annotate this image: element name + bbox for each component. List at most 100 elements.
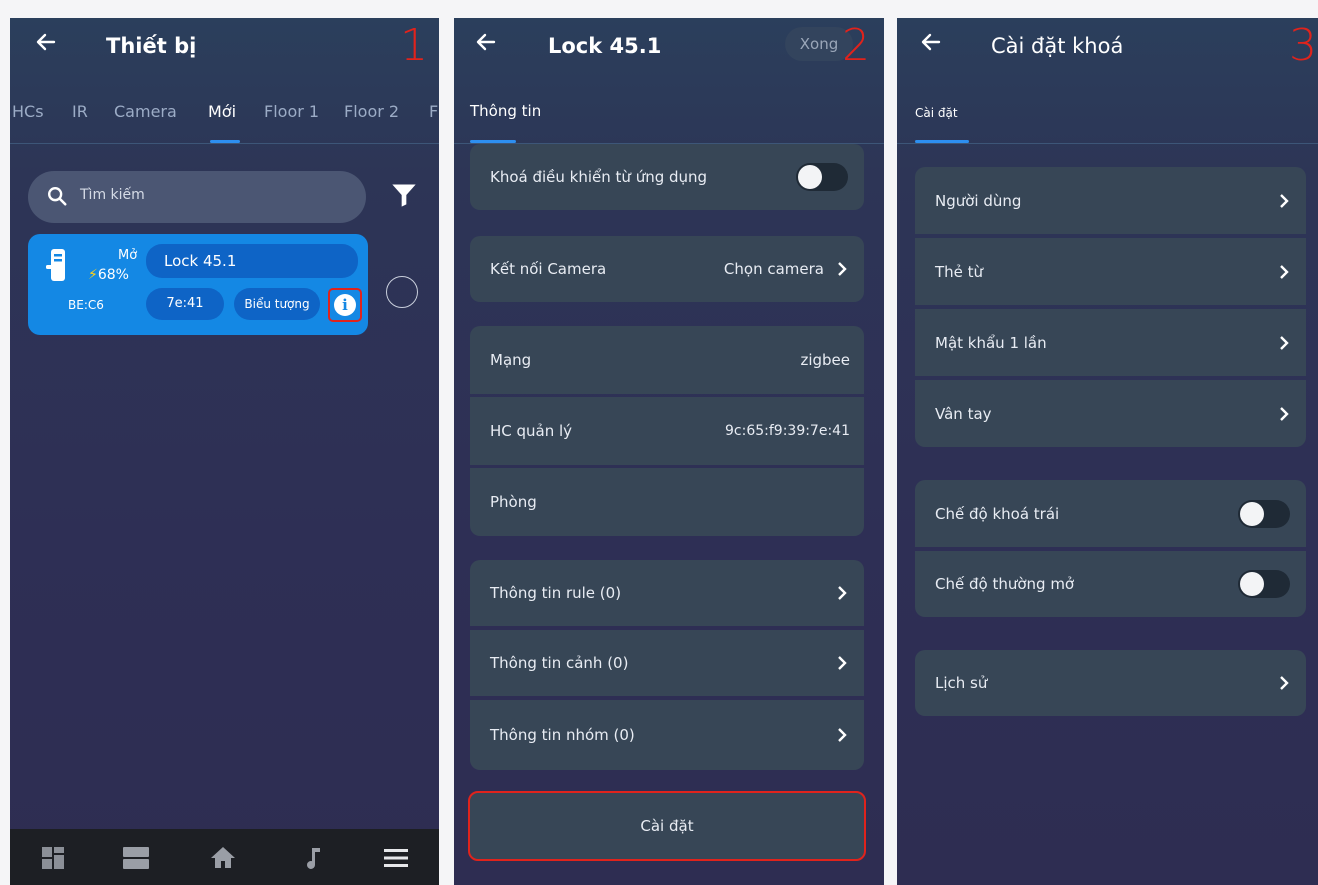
chevron-right-icon [838, 728, 847, 742]
room-label: Phòng [490, 493, 537, 511]
scene-info-label: Thông tin cảnh (0) [490, 654, 629, 672]
search-input[interactable]: Tìm kiếm [28, 171, 366, 223]
rfid-card-row[interactable]: Thẻ từ [915, 238, 1306, 305]
page-title: Thiết bị [106, 34, 197, 58]
chevron-right-icon [1280, 406, 1289, 421]
bottom-nav [10, 829, 439, 885]
users-label: Người dùng [935, 191, 1022, 210]
tab-settings[interactable]: Cài đặt [915, 106, 958, 120]
group-info-row[interactable]: Thông tin nhóm (0) [470, 700, 864, 770]
device-icon-button[interactable]: Biểu tượng [234, 288, 320, 320]
battery-level: ⚡68% [88, 267, 129, 283]
chevron-right-icon [838, 262, 847, 276]
rfid-card-label: Thẻ từ [935, 262, 984, 281]
device-card[interactable]: Mở ⚡68% BE:C6 Lock 45.1 7e:41 Biểu tượng… [28, 234, 368, 335]
hc-manager-label: HC quản lý [490, 422, 573, 440]
always-open-mode-label: Chế độ thường mở [935, 575, 1075, 593]
back-arrow-icon[interactable] [34, 30, 58, 59]
tab-info[interactable]: Thông tin [470, 102, 541, 120]
network-row: Mạng zigbee [470, 326, 864, 394]
select-radio[interactable] [386, 276, 418, 308]
tab-camera[interactable]: Camera [114, 102, 177, 121]
always-open-mode-row: Chế độ thường mở [915, 551, 1306, 617]
fingerprint-row[interactable]: Vân tay [915, 380, 1306, 447]
top-bar: Cài đặt khoá 3 [897, 18, 1318, 80]
camera-connect-value: Chọn camera [723, 260, 824, 278]
step-number: 3 [1289, 20, 1317, 71]
bolt-icon: ⚡ [88, 267, 98, 283]
tab-hcs[interactable]: HCs [12, 102, 44, 121]
back-arrow-icon[interactable] [474, 30, 498, 59]
deadbolt-mode-label: Chế độ khoá trái [935, 504, 1060, 523]
chevron-right-icon [1280, 264, 1289, 279]
page-title: Lock 45.1 [548, 34, 662, 58]
device-mac: BE:C6 [68, 298, 104, 312]
users-row[interactable]: Người dùng [915, 167, 1306, 234]
tab-bar: Thông tin [454, 98, 884, 144]
scene-info-row[interactable]: Thông tin cảnh (0) [470, 630, 864, 696]
tab-floor-2[interactable]: Floor 2 [344, 102, 399, 121]
camera-connect-label: Kết nối Camera [490, 260, 607, 278]
chevron-right-icon [1280, 676, 1289, 690]
list-icon[interactable] [121, 843, 151, 873]
rule-info-row[interactable]: Thông tin rule (0) [470, 560, 864, 626]
network-value: zigbee [800, 351, 850, 369]
settings-button[interactable]: Cài đặt [468, 791, 866, 861]
top-bar: Lock 45.1 Xong 2 [454, 18, 884, 80]
active-tab-indicator [470, 140, 516, 143]
lock-state: Mở [118, 248, 138, 263]
tab-bar: Cài đặt [897, 98, 1318, 144]
tab-new[interactable]: Mới [208, 102, 236, 121]
info-highlight: i [328, 288, 362, 322]
lock-settings-screen: Cài đặt khoá 3 Cài đặt Người dùng Thẻ từ… [897, 18, 1318, 885]
search-icon [48, 187, 67, 206]
tab-more[interactable]: F [429, 102, 438, 121]
active-tab-indicator [210, 140, 240, 143]
network-label: Mạng [490, 351, 532, 369]
settings-button-label: Cài đặt [640, 817, 694, 835]
group-info-label: Thông tin nhóm (0) [490, 726, 635, 744]
history-row[interactable]: Lịch sử [915, 650, 1306, 716]
deadbolt-mode-row: Chế độ khoá trái [915, 480, 1306, 547]
info-icon[interactable]: i [334, 294, 356, 316]
one-time-password-label: Mật khẩu 1 lần [935, 333, 1047, 352]
active-tab-indicator [915, 140, 969, 143]
step-number: 2 [842, 20, 870, 71]
hc-manager-row: HC quản lý 9c:65:f9:39:7e:41 [470, 397, 864, 465]
battery-value: 68% [97, 267, 129, 283]
always-open-mode-toggle[interactable] [1238, 570, 1290, 598]
rule-info-label: Thông tin rule (0) [490, 584, 622, 602]
deadbolt-mode-toggle[interactable] [1238, 499, 1290, 528]
tab-floor-1[interactable]: Floor 1 [264, 102, 319, 121]
chevron-right-icon [838, 656, 847, 670]
app-control-lock-toggle[interactable] [796, 163, 848, 191]
device-name: Lock 45.1 [146, 244, 358, 278]
top-bar: Thiết bị 1 [10, 18, 439, 80]
hc-manager-value: 9c:65:f9:39:7e:41 [725, 423, 850, 439]
one-time-password-row[interactable]: Mật khẩu 1 lần [915, 309, 1306, 376]
fingerprint-label: Vân tay [935, 404, 992, 423]
step-number: 1 [400, 20, 428, 71]
app-control-lock-label: Khoá điều khiển từ ứng dụng [490, 168, 708, 186]
tab-bar: HCs IR Camera Mới Floor 1 Floor 2 F [10, 98, 439, 144]
device-short-id: 7e:41 [146, 288, 224, 320]
dashboard-icon[interactable] [38, 843, 68, 873]
chevron-right-icon [838, 586, 847, 600]
page-title: Cài đặt khoá [991, 34, 1124, 58]
room-row[interactable]: Phòng [470, 468, 864, 536]
home-icon[interactable] [208, 843, 238, 873]
device-info-screen: Lock 45.1 Xong 2 Thông tin Khoá điều khi… [454, 18, 884, 885]
history-label: Lịch sử [935, 674, 988, 692]
chevron-right-icon [1280, 193, 1289, 208]
music-icon[interactable] [298, 843, 328, 873]
filter-icon[interactable] [390, 181, 418, 209]
app-control-lock-row: Khoá điều khiển từ ứng dụng [470, 144, 864, 210]
device-list-screen: Thiết bị 1 HCs IR Camera Mới Floor 1 Flo… [10, 18, 439, 885]
chevron-right-icon [1280, 335, 1289, 350]
back-arrow-icon[interactable] [919, 30, 943, 59]
camera-connect-row[interactable]: Kết nối Camera Chọn camera [470, 236, 864, 302]
search-placeholder: Tìm kiếm [80, 187, 145, 203]
tab-ir[interactable]: IR [72, 102, 88, 121]
menu-icon[interactable] [381, 843, 411, 873]
door-lock-icon [46, 249, 65, 281]
